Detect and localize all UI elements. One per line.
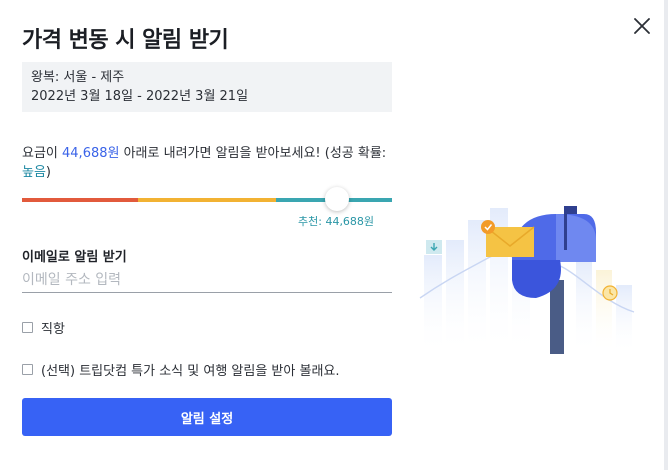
dialog-right-edge: [664, 0, 668, 470]
price-slider[interactable]: [22, 187, 392, 211]
set-alert-button[interactable]: 알림 설정: [22, 398, 392, 436]
message-prefix: 요금이: [22, 146, 63, 161]
success-level: 높음: [22, 165, 46, 180]
email-input[interactable]: [22, 268, 392, 293]
trip-route: 왕복: 서울 - 제주: [31, 70, 125, 85]
direct-flight-option[interactable]: 직항: [22, 318, 65, 337]
target-price: 44,688원: [62, 146, 120, 161]
recommended-price: 추천: 44,688원: [298, 215, 375, 228]
trip-dates: 2022년 3월 18일 - 2022년 3월 21일: [31, 89, 249, 104]
direct-flight-label: 직항: [41, 322, 65, 337]
dialog-title: 가격 변동 시 알림 받기: [22, 28, 229, 53]
marketing-consent-label: (선택) 트립닷컴 특가 소식 및 여행 알림을 받아 볼래요.: [41, 364, 340, 379]
slider-track-mid: [138, 198, 276, 202]
mailbox-illustration-graphic: [419, 206, 635, 355]
close-icon: [634, 18, 650, 34]
message-middle: 아래로 내려가면 알림을 받아보세요! (성공 확률:: [119, 146, 387, 161]
slider-thumb[interactable]: [324, 187, 349, 211]
close-button[interactable]: [630, 14, 654, 38]
message-suffix: ): [45, 165, 51, 180]
direct-flight-checkbox[interactable]: [22, 322, 33, 333]
trip-summary: 왕복: 서울 - 제주 2022년 3월 18일 - 2022년 3월 21일: [22, 62, 392, 112]
email-label: 이메일로 알림 받기: [22, 250, 127, 265]
marketing-consent-checkbox[interactable]: [22, 364, 33, 375]
price-alert-message: 요금이 44,688원 아래로 내려가면 알림을 받아보세요! (성공 확률: …: [22, 144, 402, 182]
slider-track-low: [22, 198, 138, 202]
marketing-consent-option[interactable]: (선택) 트립닷컴 특가 소식 및 여행 알림을 받아 볼래요.: [22, 360, 340, 379]
mailbox-illustration: [416, 200, 646, 360]
